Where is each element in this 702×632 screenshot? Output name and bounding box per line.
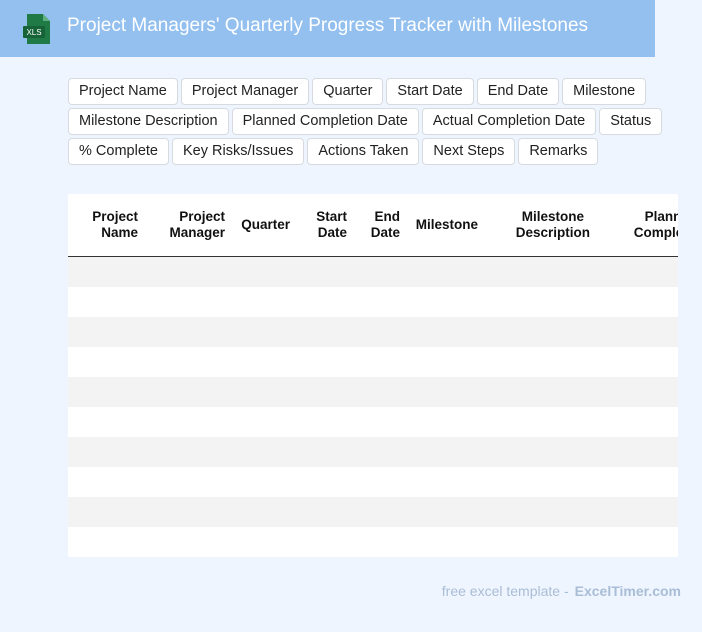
field-chip[interactable]: Quarter [312, 78, 384, 105]
footer-text: free excel template - [441, 583, 569, 599]
field-chip[interactable]: Project Manager [180, 78, 310, 105]
table-row[interactable] [68, 347, 678, 377]
table-row[interactable] [68, 287, 678, 317]
column-header[interactable]: Milestone [416, 217, 478, 233]
field-chip[interactable]: Milestone Description [68, 108, 229, 135]
footer: free excel template - ExcelTimer.com [442, 583, 681, 599]
column-header[interactable]: End Date [371, 209, 400, 241]
table-row[interactable] [68, 497, 678, 527]
field-chip[interactable]: Next Steps [422, 138, 516, 165]
column-header-line2: Date [370, 225, 400, 240]
footer-brand-link[interactable]: ExcelTimer.com [575, 583, 681, 599]
column-header[interactable]: Project Manager [169, 209, 225, 241]
field-chip[interactable]: Status [599, 108, 663, 135]
field-chips: Project Name Project Manager Quarter Start … [68, 78, 688, 165]
column-header[interactable]: PlannedCompletion [634, 209, 678, 241]
field-chip[interactable]: Project Name [68, 78, 178, 105]
column-header-line1: Project [179, 209, 225, 224]
table-row[interactable] [68, 407, 678, 437]
column-header-line1: Milestone [521, 209, 584, 224]
column-header[interactable]: Milestone Description [516, 209, 590, 241]
column-header-line2: Manager [169, 225, 225, 240]
field-chip[interactable]: Key Risks/Issues [171, 138, 305, 165]
field-chip[interactable]: % Complete [68, 138, 169, 165]
field-chip[interactable]: Actual Completion Date [421, 108, 597, 135]
field-chip[interactable]: End Date [476, 78, 560, 105]
table-row[interactable] [68, 527, 678, 557]
table-row[interactable] [68, 377, 678, 407]
field-chip[interactable]: Remarks [518, 138, 599, 165]
column-header-line1: Quarter [241, 217, 290, 232]
column-header-line1: Milestone [415, 217, 478, 232]
page-title: Project Managers' Quarterly Progress Tra… [67, 15, 589, 36]
column-header-line2: Completion [633, 225, 678, 240]
column-header-line2: Date [317, 225, 347, 240]
column-header-line2: Name [101, 225, 138, 240]
excel-file-icon: XLS [23, 14, 50, 44]
header-bar: XLS Project Managers' Quarterly Progress… [0, 0, 655, 57]
table-header: Project Name Project Manager Quarter Start Dat… [68, 194, 678, 257]
table-row[interactable] [68, 437, 678, 467]
table-row[interactable] [68, 467, 678, 497]
column-header-line1: Project [92, 209, 138, 224]
field-chip[interactable]: Planned Completion Date [231, 108, 419, 135]
field-chip[interactable]: Start Date [386, 78, 474, 105]
field-chip[interactable]: Actions Taken [307, 138, 420, 165]
table-row[interactable] [68, 257, 678, 287]
column-header[interactable]: Quarter [241, 217, 290, 233]
table-body [68, 257, 678, 557]
column-header-line1: Planned [644, 209, 678, 224]
tracker-table: Project Name Project Manager Quarter Start Dat… [68, 194, 678, 557]
column-header-line1: Start [316, 209, 347, 224]
column-header-line1: End [374, 209, 401, 224]
field-chip[interactable]: Milestone [562, 78, 647, 105]
column-header[interactable]: Project Name [92, 209, 138, 241]
column-header[interactable]: Start Date [316, 209, 347, 241]
table-row[interactable] [68, 317, 678, 347]
column-header-line2: Description [515, 225, 590, 240]
icon-label: XLS [26, 28, 41, 37]
